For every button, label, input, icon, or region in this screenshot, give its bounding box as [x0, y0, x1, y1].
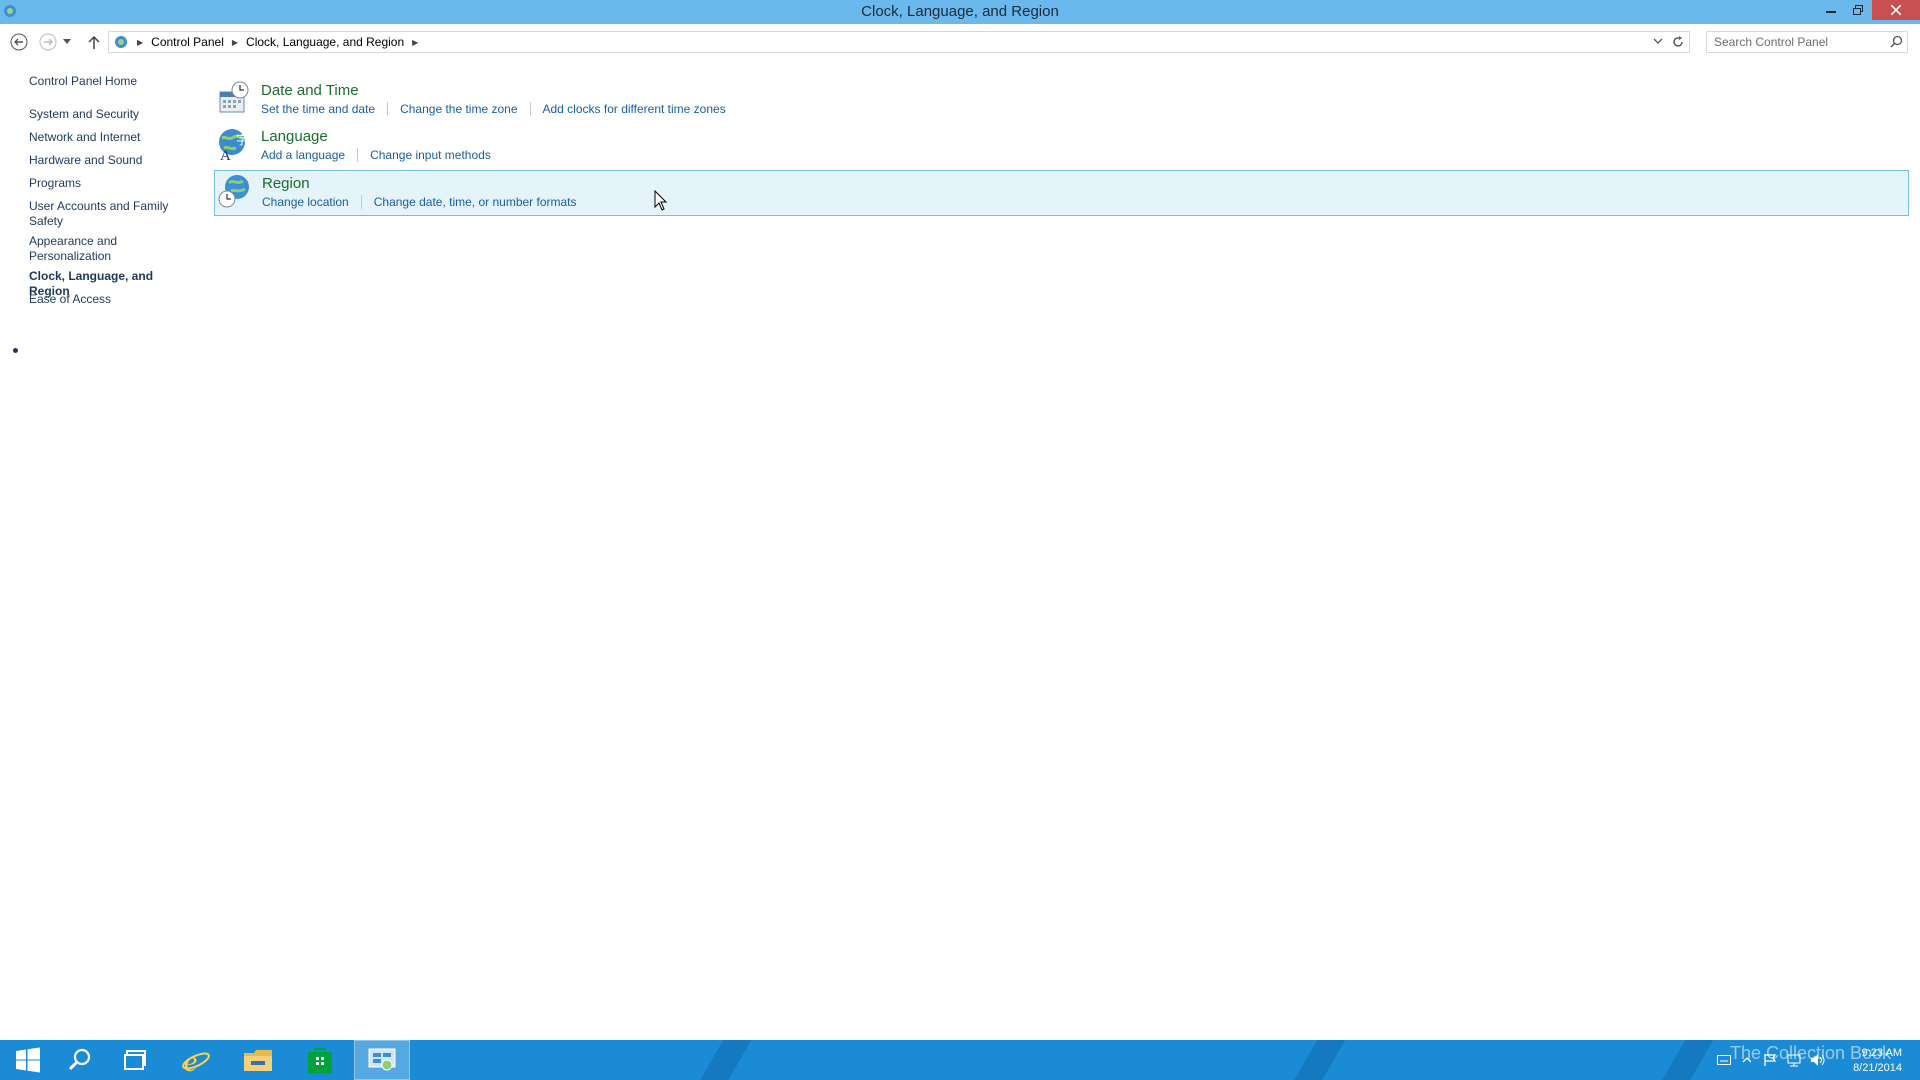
sidebar-item-appearance[interactable]: Appearance and Personalization	[29, 234, 179, 264]
breadcrumb-separator-icon[interactable]: ▶	[232, 38, 238, 47]
sidebar-item-system-security[interactable]: System and Security	[29, 107, 179, 122]
svg-text:A: A	[220, 148, 231, 162]
search-box[interactable]: Search Control Panel	[1706, 31, 1908, 53]
close-button[interactable]	[1872, 0, 1920, 20]
store-button[interactable]	[292, 1040, 348, 1080]
search-icon	[68, 1048, 91, 1071]
link-divider	[357, 148, 359, 162]
set-time-date-link[interactable]: Set the time and date	[261, 102, 375, 116]
clock-time: 9:23 AM	[1861, 1047, 1902, 1059]
address-bar[interactable]: ▶ Control Panel ▶ Clock, Language, and R…	[108, 31, 1690, 53]
navigation-bar: ▶ Control Panel ▶ Clock, Language, and R…	[0, 24, 1920, 58]
recent-locations-button[interactable]	[60, 30, 74, 54]
windows-logo-icon	[16, 1047, 40, 1073]
volume-icon[interactable]	[1806, 1053, 1830, 1067]
up-button[interactable]	[82, 30, 106, 54]
link-divider	[529, 102, 531, 116]
svg-text:字: 字	[236, 132, 248, 147]
current-item-bullet	[13, 348, 18, 353]
restore-button[interactable]	[1845, 0, 1871, 20]
chevron-up-icon[interactable]	[1736, 1057, 1758, 1063]
taskbar-decoration	[1650, 1040, 1714, 1080]
breadcrumb-separator-icon[interactable]: ▶	[412, 38, 418, 47]
svg-text:e: e	[184, 1045, 197, 1075]
store-icon	[308, 1048, 332, 1073]
language-title[interactable]: Language	[261, 128, 328, 145]
add-language-link[interactable]: Add a language	[261, 148, 345, 162]
chevron-down-icon[interactable]	[1653, 36, 1663, 46]
change-time-zone-link[interactable]: Change the time zone	[400, 102, 517, 116]
change-input-methods-link[interactable]: Change input methods	[370, 148, 491, 162]
folder-icon	[244, 1050, 272, 1071]
date-time-icon[interactable]	[216, 80, 252, 116]
mouse-cursor-icon	[654, 190, 668, 211]
network-icon[interactable]	[1782, 1053, 1806, 1067]
sidebar-item-ease-of-access[interactable]: Ease of Access	[29, 292, 179, 307]
internet-explorer-button[interactable]: e	[168, 1040, 224, 1080]
window-title: Clock, Language, and Region	[861, 3, 1059, 20]
file-explorer-button[interactable]	[230, 1040, 286, 1080]
add-clocks-link[interactable]: Add clocks for different time zones	[543, 102, 726, 116]
sidebar-item-user-accounts[interactable]: User Accounts and Family Safety	[29, 199, 179, 229]
control-panel-icon	[368, 1048, 396, 1071]
taskbar: e The Collection Book 9:23 AM 8/21/2014	[0, 1040, 1920, 1080]
sidebar-item-hardware-sound[interactable]: Hardware and Sound	[29, 153, 179, 168]
clock-date: 8/21/2014	[1853, 1062, 1902, 1074]
change-location-link[interactable]: Change location	[262, 195, 349, 209]
change-formats-link[interactable]: Change date, time, or number formats	[374, 195, 577, 209]
minimize-button[interactable]	[1818, 0, 1844, 20]
category-language: A 字 Language Add a language Change input…	[214, 124, 1909, 170]
breadcrumb-control-panel[interactable]: Control Panel	[151, 35, 224, 49]
title-bar: Clock, Language, and Region	[0, 0, 1920, 24]
task-view-icon	[124, 1050, 146, 1070]
search-taskbar-button[interactable]	[52, 1040, 108, 1080]
back-arrow-icon	[10, 33, 28, 51]
action-center-flag-icon[interactable]	[1758, 1053, 1782, 1067]
refresh-icon[interactable]	[1671, 35, 1685, 49]
control-panel-home-link[interactable]: Control Panel Home	[29, 74, 179, 89]
region-globe-icon	[218, 175, 249, 208]
breadcrumb-separator-icon[interactable]: ▶	[137, 38, 143, 47]
task-view-button[interactable]	[108, 1040, 164, 1080]
search-placeholder: Search Control Panel	[1714, 35, 1829, 49]
internet-explorer-icon: e	[182, 1045, 210, 1075]
up-arrow-icon	[88, 35, 100, 49]
link-divider	[387, 102, 389, 116]
taskbar-decoration	[688, 1040, 752, 1080]
category-region[interactable]: Region Change location Change date, time…	[214, 170, 1909, 216]
taskbar-clock[interactable]: 9:23 AM 8/21/2014	[1853, 1046, 1902, 1076]
control-panel-taskbar-button[interactable]	[354, 1040, 410, 1080]
restore-icon	[1853, 5, 1863, 15]
sidebar-item-programs[interactable]: Programs	[29, 176, 179, 191]
search-icon[interactable]	[1890, 35, 1903, 48]
region-title[interactable]: Region	[262, 175, 310, 192]
breadcrumb-current[interactable]: Clock, Language, and Region	[246, 35, 404, 49]
forward-button[interactable]	[36, 30, 60, 54]
keyboard-icon[interactable]	[1712, 1055, 1736, 1065]
system-tray	[1712, 1040, 1830, 1080]
taskbar-decoration	[1282, 1040, 1346, 1080]
back-button[interactable]	[7, 30, 31, 54]
date-time-title[interactable]: Date and Time	[261, 82, 359, 99]
forward-arrow-icon	[39, 33, 57, 51]
category-date-time: Date and Time Set the time and date Chan…	[214, 78, 1909, 124]
chevron-down-icon	[63, 39, 71, 44]
sidebar-item-network-internet[interactable]: Network and Internet	[29, 130, 179, 145]
control-panel-icon	[115, 36, 127, 48]
close-icon	[1891, 5, 1901, 15]
language-icon[interactable]: A 字	[216, 126, 252, 162]
minimize-icon	[1826, 11, 1836, 13]
start-button[interactable]	[0, 1040, 56, 1080]
link-divider	[360, 195, 362, 209]
